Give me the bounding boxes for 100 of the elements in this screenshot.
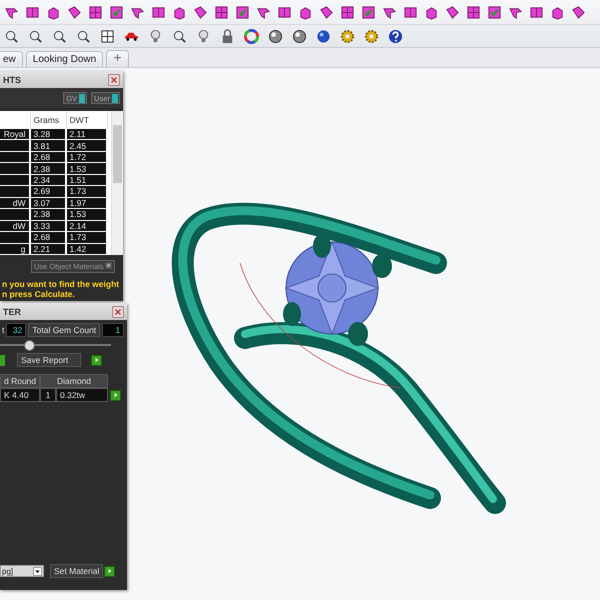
- surface-tool-icon[interactable]: [235, 4, 250, 20]
- table-cell: 2.21: [30, 244, 67, 254]
- zoom-icon[interactable]: [172, 28, 187, 44]
- lightbulb-icon[interactable]: [148, 28, 163, 44]
- viewport-tab[interactable]: Looking Down: [26, 51, 104, 67]
- surface-tool-icon[interactable]: [550, 4, 565, 20]
- count-value: 32: [6, 323, 26, 337]
- surface-tool-icon[interactable]: [487, 4, 502, 20]
- table-cell: 1.97: [66, 198, 108, 208]
- table-cell: 1.53: [66, 209, 108, 220]
- surface-tool-icon[interactable]: [193, 4, 208, 20]
- surface-tool-icon[interactable]: [46, 4, 61, 20]
- table-cell: 1: [40, 388, 56, 402]
- lightbulb-icon[interactable]: [196, 28, 211, 44]
- surface-tool-icon[interactable]: [529, 4, 544, 20]
- plus-icon: [113, 53, 122, 62]
- close-icon: [110, 76, 118, 84]
- table-cell: 2.14: [66, 220, 108, 232]
- surface-tool-icon[interactable]: [151, 4, 166, 20]
- material-select[interactable]: pg]: [0, 565, 44, 577]
- surface-tool-icon[interactable]: [172, 4, 187, 20]
- table-cell: 2.34: [30, 174, 67, 186]
- table-cell: dW: [0, 198, 31, 208]
- panel-title: TER: [3, 306, 21, 316]
- table-cell: 2.68: [30, 152, 67, 162]
- dropdown-arrow-icon: [33, 566, 42, 576]
- table-cell: 2.69: [30, 186, 67, 197]
- table-cell: 3.81: [30, 140, 67, 151]
- table-cell: 2.45: [66, 140, 108, 151]
- viewport-tab[interactable]: ew: [0, 51, 23, 67]
- sphere-icon[interactable]: [316, 28, 331, 44]
- surface-tool-icon[interactable]: [466, 4, 481, 20]
- play-icon: [112, 392, 118, 398]
- close-button[interactable]: [112, 306, 124, 318]
- surface-tool-icon[interactable]: [445, 4, 460, 20]
- surface-tool-icon[interactable]: [340, 4, 355, 20]
- close-button[interactable]: [108, 74, 120, 86]
- slider-thumb[interactable]: [24, 340, 35, 351]
- scrollbar[interactable]: [111, 111, 123, 255]
- sphere-icon[interactable]: [268, 28, 283, 44]
- table-cell: 1.72: [66, 152, 108, 162]
- play-icon: [106, 568, 113, 574]
- add-tab-button[interactable]: [106, 50, 130, 67]
- lock-icon[interactable]: [220, 28, 235, 44]
- row-action-button[interactable]: [110, 390, 121, 400]
- grid-icon[interactable]: [100, 28, 115, 44]
- apply-button[interactable]: [104, 566, 116, 576]
- surface-tool-icon[interactable]: [109, 4, 124, 20]
- column-header: Diamond: [40, 374, 108, 388]
- play-icon: [94, 357, 100, 363]
- table-cell: g: [0, 244, 31, 254]
- run-button[interactable]: [91, 354, 102, 366]
- surface-tool-icon[interactable]: [424, 4, 439, 20]
- table-cell: 1.73: [66, 186, 108, 197]
- save-report-button[interactable]: Save Report: [17, 353, 81, 367]
- total-gem-count-value: 1: [102, 323, 124, 337]
- set-material-button[interactable]: Set Material: [50, 564, 104, 578]
- surface-tool-icon[interactable]: [298, 4, 313, 20]
- table-cell: 3.07: [30, 198, 67, 208]
- table-cell: 3.28: [30, 129, 67, 140]
- sphere-icon[interactable]: [292, 28, 307, 44]
- table-cell: 1.51: [66, 174, 108, 186]
- surface-tool-icon[interactable]: [25, 4, 40, 20]
- table-cell: 3.33: [30, 220, 67, 232]
- table-cell: 1.42: [66, 244, 108, 254]
- table-cell: 0.32tw: [56, 388, 108, 402]
- surface-tool-icon[interactable]: [214, 4, 229, 20]
- panel-title: HTS: [3, 74, 21, 84]
- surface-tool-icon[interactable]: [67, 4, 82, 20]
- surface-tool-icon[interactable]: [403, 4, 418, 20]
- gear-icon[interactable]: [340, 28, 355, 44]
- zoom-icon[interactable]: [4, 28, 19, 44]
- zoom-icon[interactable]: [28, 28, 43, 44]
- surface-tool-icon[interactable]: [571, 4, 586, 20]
- table-cell: 2.11: [66, 129, 108, 140]
- zoom-icon[interactable]: [76, 28, 91, 44]
- table-cell: 1.73: [66, 232, 108, 243]
- side-button[interactable]: [0, 354, 5, 366]
- help-icon[interactable]: [388, 28, 403, 44]
- surface-tool-icon[interactable]: [361, 4, 376, 20]
- dropdown-arrow-icon: [105, 262, 112, 269]
- gear-icon[interactable]: [364, 28, 379, 44]
- surface-tool-icon[interactable]: [88, 4, 103, 20]
- table-cell: 1.53: [66, 163, 108, 174]
- column-header: DWT: [66, 112, 108, 128]
- close-icon: [114, 308, 122, 316]
- table-cell: Royal: [0, 129, 31, 140]
- column-header: d Round: [0, 374, 40, 388]
- color-wheel-icon[interactable]: [244, 28, 259, 44]
- surface-tool-icon[interactable]: [277, 4, 292, 20]
- table-cell: 2.68: [30, 232, 67, 243]
- table-cell: 2.38: [30, 163, 67, 174]
- column-header: Grams: [30, 112, 67, 128]
- table-cell: dW: [0, 220, 31, 232]
- zoom-icon[interactable]: [52, 28, 67, 44]
- surface-tool-icon[interactable]: [319, 4, 334, 20]
- table-cell: K 4.40: [0, 388, 40, 402]
- instruction-text: n press Calculate.: [2, 289, 76, 299]
- count-label: t: [2, 325, 4, 335]
- table-cell: 2.38: [30, 209, 67, 220]
